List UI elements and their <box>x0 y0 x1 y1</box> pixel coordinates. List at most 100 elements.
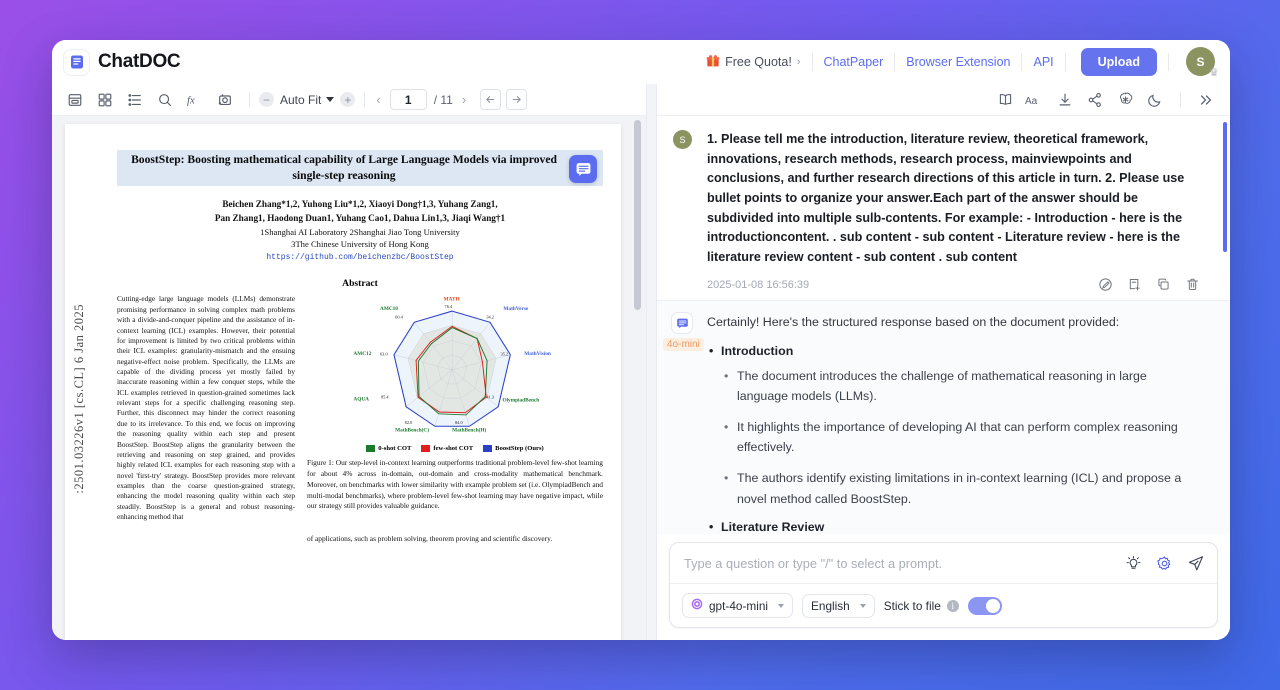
settings-gear-icon[interactable] <box>1156 555 1173 572</box>
delete-icon[interactable] <box>1185 277 1200 292</box>
page-number-input[interactable] <box>389 89 427 110</box>
panel-splitter[interactable] <box>647 84 657 640</box>
arrow-right-box-icon[interactable] <box>506 89 528 110</box>
panel-toggle-icon[interactable] <box>60 87 90 113</box>
chevron-down-icon <box>326 97 335 102</box>
browser-extension-link[interactable]: Browser Extension <box>906 55 1010 69</box>
zoom-out-button[interactable]: − <box>259 92 274 107</box>
section-heading: Literature Review <box>721 519 825 534</box>
formula-fx-icon[interactable]: fx <box>180 87 210 113</box>
info-icon[interactable]: i <box>946 599 959 612</box>
radar-value-aqua: 85.4 <box>381 395 389 400</box>
figure-caption: Figure 1: Our step-level in-context lear… <box>307 458 603 512</box>
stick-to-file-toggle[interactable] <box>967 596 1002 615</box>
legend-item: few-shot COT <box>421 445 473 453</box>
figure-caption-text: Figure 1: Our step-level in-context lear… <box>307 458 603 511</box>
assistant-message: 4o-mini Certainly! Here's the structured… <box>657 300 1230 534</box>
list-item: The authors identify existing limitation… <box>721 468 1200 508</box>
chat-vertical-scrollbar[interactable] <box>1223 122 1227 252</box>
zoom-level-select[interactable]: Auto Fit <box>280 92 335 107</box>
assistant-intro-text: Certainly! Here's the structured respons… <box>707 315 1120 330</box>
section-items: The document introduces the challenge of… <box>721 366 1200 509</box>
edit-icon[interactable] <box>1098 277 1113 292</box>
openai-badge-icon <box>691 598 703 613</box>
font-size-Aa-icon[interactable]: Aa <box>1021 87 1049 113</box>
prev-page-button[interactable]: ‹ <box>374 92 382 107</box>
language-select[interactable]: English <box>802 593 875 618</box>
stick-to-file-group: Stick to file i <box>884 599 959 613</box>
radar-label-amc10: AMC10 <box>380 307 398 313</box>
openai-logo-icon[interactable] <box>1111 87 1139 113</box>
pdf-scroll-area[interactable]: :2501.03226v1 [cs.CL] 6 Jan 2025 BoostSt… <box>52 116 646 640</box>
expand-chevrons-icon[interactable] <box>1192 87 1220 113</box>
composer-bottom-row: gpt-4o-mini English Stick to file i <box>670 584 1217 627</box>
api-link[interactable]: API <box>1033 55 1053 69</box>
chevron-down-icon <box>859 603 866 608</box>
svg-text:fx: fx <box>187 95 195 106</box>
radar-value-amc10: 60.4 <box>395 315 403 320</box>
crown-icon: ♛ <box>1209 67 1219 79</box>
radar-label-mathverse: MathVerse <box>503 307 528 313</box>
model-select-value: gpt-4o-mini <box>709 598 769 613</box>
zoom-level-label: Auto Fit <box>280 92 322 107</box>
outline-list-icon[interactable] <box>120 87 150 113</box>
next-page-button[interactable]: › <box>460 92 468 107</box>
snapshot-camera-icon[interactable] <box>210 87 240 113</box>
lightbulb-icon[interactable] <box>1125 555 1142 572</box>
avatar[interactable]: S ♛ <box>1186 47 1219 79</box>
brand-name: ChatDOC <box>98 51 181 72</box>
free-quota-button[interactable]: Free Quota! › <box>706 54 801 71</box>
composer-wrapper: gpt-4o-mini English Stick to file i <box>657 534 1230 640</box>
pdf-vertical-scrollbar[interactable] <box>634 120 641 310</box>
chatpaper-link[interactable]: ChatPaper <box>824 55 884 69</box>
model-select[interactable]: gpt-4o-mini <box>682 593 794 618</box>
user-message-meta: 2025-01-08 16:56:39 <box>707 277 1200 292</box>
divider <box>811 53 813 71</box>
divider <box>249 92 250 107</box>
assistant-section: Introduction The document introduces the… <box>707 344 1200 509</box>
divider <box>1168 53 1169 71</box>
user-message-text: 1. Please tell me the introduction, lite… <box>707 132 1185 264</box>
copy-icon[interactable] <box>1156 277 1171 292</box>
legend-swatch <box>483 445 493 453</box>
download-icon[interactable] <box>1051 87 1079 113</box>
paper-url[interactable]: https://github.com/beichenzbc/BoostStep <box>117 252 603 264</box>
chat-messages[interactable]: S 1. Please tell me the introduction, li… <box>657 116 1230 534</box>
abstract-text: Cutting-edge large language models (LLMs… <box>117 294 295 522</box>
radar-label-aqua: AQUA <box>353 397 369 403</box>
arrow-left-box-icon[interactable] <box>480 89 502 110</box>
chat-input[interactable] <box>684 555 1115 571</box>
chevron-right-icon: › <box>796 56 801 68</box>
brand[interactable]: ChatDOC <box>64 49 181 75</box>
book-reader-icon[interactable] <box>991 87 1019 113</box>
upload-button[interactable]: Upload <box>1080 48 1157 76</box>
zoom-in-button[interactable]: + <box>340 92 356 107</box>
paper-title: BoostStep: Boosting mathematical capabil… <box>117 150 603 186</box>
affiliation-2: 3The Chinese University of Hong Kong <box>291 239 429 250</box>
assistant-section: Literature Review Stepwise Mathematical … <box>707 520 1200 534</box>
divider <box>894 53 896 71</box>
radar-chart: MATH MathVerse MathVision OlympiadBench … <box>307 294 603 444</box>
radar-label-math: MATH <box>444 297 461 303</box>
send-icon[interactable] <box>1187 554 1205 572</box>
document-logo-icon <box>64 49 89 75</box>
radar-value-mathbenchc: 82.0 <box>405 421 413 426</box>
main-split: fx − Auto Fit + ‹ 1 / 11 ›:2501.03226v1… <box>52 84 1230 640</box>
user-avatar: S <box>673 130 692 149</box>
pdf-panel: fx − Auto Fit + ‹ 1 / 11 ›:2501.03226v1… <box>52 84 647 640</box>
radar-label-mathbenchh: MathBench(H) <box>452 427 486 434</box>
pdf-toolbar: fx − Auto Fit + ‹ 1 / 11 › <box>52 84 646 116</box>
dark-mode-moon-icon[interactable] <box>1141 87 1169 113</box>
share-node-icon[interactable] <box>1081 87 1109 113</box>
app-header: ChatDOC Free Quota! › ChatPaper Browser … <box>52 40 1230 84</box>
add-note-icon[interactable] <box>1127 277 1142 292</box>
chatdoc-overlay-icon[interactable] <box>569 155 597 183</box>
toggle-knob <box>985 598 1000 613</box>
authors-line-1: Beichen Zhang*1,2, Yuhong Liu*1,2, Xiaoy… <box>222 198 498 209</box>
body-paragraph: of applications, such as problem solving… <box>307 534 553 544</box>
thumbnails-grid-icon[interactable] <box>90 87 120 113</box>
search-icon[interactable] <box>150 87 180 113</box>
stick-to-file-label: Stick to file <box>883 598 941 613</box>
radar-chart-svg: MATH MathVerse MathVision OlympiadBench … <box>353 297 551 434</box>
composer-icons <box>1125 554 1205 572</box>
